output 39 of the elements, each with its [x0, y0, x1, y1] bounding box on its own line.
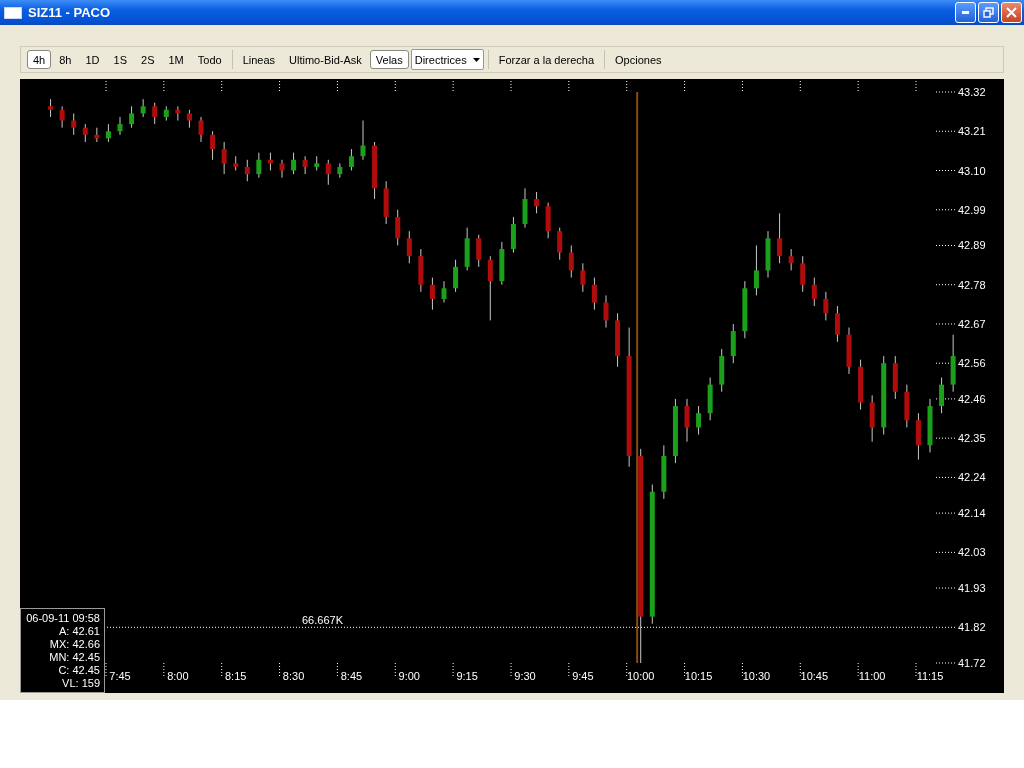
price-label: 43.10 — [958, 164, 986, 177]
time-label: 10:45 — [800, 670, 829, 682]
price-label: 42.14 — [958, 507, 986, 520]
time-label: 9:00 — [398, 670, 420, 682]
time-label: 10:15 — [684, 670, 713, 682]
price-label: 43.21 — [958, 125, 986, 138]
price-label: 42.99 — [958, 203, 986, 216]
info-text: MN: 42.45 — [49, 651, 100, 664]
window-title: SIZ11 - PACO — [28, 5, 112, 20]
price-label: 42.56 — [958, 357, 986, 370]
time-label: 9:30 — [514, 670, 536, 682]
price-label: 42.03 — [958, 546, 986, 559]
time-label: 7:45 — [109, 670, 131, 682]
info-text: C: 42.45 — [58, 664, 100, 677]
info-text: 06-09-11 09:58 — [26, 612, 100, 625]
price-label: 42.78 — [958, 278, 986, 291]
price-label: 42.24 — [958, 471, 986, 484]
time-label: 8:15 — [225, 670, 247, 682]
time-label: 11:00 — [858, 670, 886, 682]
info-text: VL: 159 — [62, 677, 100, 690]
time-label: 9:15 — [456, 670, 478, 682]
price-label: 42.35 — [958, 432, 986, 445]
info-text: A: 42.61 — [59, 625, 100, 638]
time-label: 8:00 — [167, 670, 189, 682]
time-label: 10:00 — [626, 670, 655, 682]
time-label: 8:45 — [340, 670, 363, 682]
price-label: 42.46 — [958, 392, 986, 405]
price-label: 42.89 — [958, 239, 986, 252]
volume-label: 66.667K — [302, 614, 343, 627]
price-label: 43.32 — [958, 86, 986, 98]
time-label: 9:45 — [572, 670, 594, 682]
price-label: 41.93 — [958, 582, 986, 595]
price-label: 41.72 — [958, 657, 986, 669]
time-label: 8:30 — [282, 670, 305, 682]
time-label: 11:15 — [916, 670, 944, 682]
time-label: 10:30 — [742, 670, 771, 682]
price-label: 42.67 — [958, 317, 986, 330]
info-text: MX: 42.66 — [49, 638, 100, 651]
price-label: 41.82 — [958, 621, 986, 634]
